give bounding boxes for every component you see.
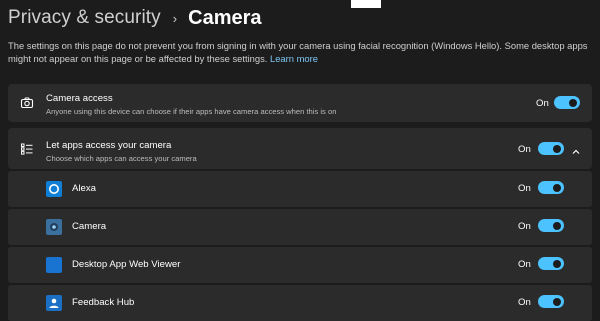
toggle-knob [553,183,561,192]
app-state: On [518,183,531,194]
app-state: On [518,259,531,270]
feedback-hub-toggle[interactable] [538,295,564,308]
toggle-knob [553,259,561,268]
let-apps-access-card[interactable]: Let apps access your camera Choose which… [8,128,592,169]
toggle-knob [553,221,561,230]
desktop-app-web-viewer-toggle[interactable] [538,257,564,270]
app-state: On [518,297,531,308]
top-white-mark [351,0,381,8]
page-title: Camera [188,6,262,29]
app-name: Camera [72,221,107,232]
desktop-app-web-viewer-icon [46,257,62,273]
toggle-knob [553,297,561,306]
alexa-icon [46,181,62,197]
let-apps-state: On [518,144,531,155]
let-apps-subtitle: Choose which apps can access your camera [46,154,197,163]
camera-access-subtitle: Anyone using this device can choose if t… [46,107,337,116]
app-row-desktop-app-web-viewer: Desktop App Web Viewer On [8,247,592,283]
camera-access-title: Camera access [46,93,113,104]
let-apps-toggle[interactable] [538,142,564,155]
chevron-up-icon[interactable] [571,144,581,154]
app-name: Desktop App Web Viewer [72,259,181,270]
alexa-toggle[interactable] [538,181,564,194]
camera-access-card[interactable]: Camera access Anyone using this device c… [8,84,592,122]
camera-access-state: On [536,98,549,109]
feedback-hub-icon [46,295,62,311]
info-notice: The settings on this page do not prevent… [8,39,592,65]
app-name: Feedback Hub [72,297,135,308]
learn-more-link[interactable]: Learn more [270,53,318,64]
list-icon [19,141,35,157]
camera-app-toggle[interactable] [538,219,564,232]
camera-icon [19,95,35,111]
toggle-knob [569,98,577,107]
let-apps-title: Let apps access your camera [46,140,172,151]
app-state: On [518,221,531,232]
app-row-alexa: Alexa On [8,171,592,207]
app-name: Alexa [72,183,96,194]
toggle-knob [553,144,561,153]
camera-access-toggle[interactable] [554,96,580,109]
breadcrumb-parent-link[interactable]: Privacy & security [8,7,161,29]
app-row-feedback-hub: Feedback Hub On [8,285,592,321]
camera-app-icon [46,219,62,235]
breadcrumb: Privacy & security › Camera [8,4,262,32]
breadcrumb-separator: › [172,10,178,26]
app-row-camera: Camera On [8,209,592,245]
